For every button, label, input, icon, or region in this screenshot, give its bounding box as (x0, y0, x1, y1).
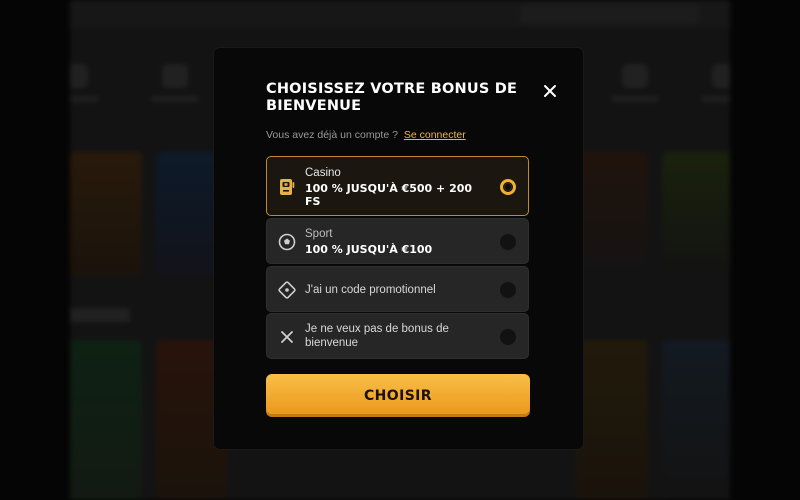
choose-button[interactable]: CHOISIR (266, 374, 530, 417)
option-label: Sport (305, 228, 333, 240)
option-value: 100 % JUSQU'À €100 (305, 243, 433, 256)
bonus-option-promo-code[interactable]: J'ai un code promotionnel (266, 266, 529, 312)
bonus-option-casino[interactable]: Casino 100 % JUSQU'À €500 + 200 FS (266, 156, 529, 216)
soccer-ball-icon (278, 233, 296, 251)
radio-selected[interactable] (500, 179, 516, 195)
radio-unselected[interactable] (500, 234, 516, 250)
bonus-option-sport[interactable]: Sport 100 % JUSQU'À €100 (266, 218, 529, 264)
slot-machine-icon (280, 179, 295, 195)
close-button[interactable] (541, 82, 559, 100)
login-link[interactable]: Se connecter (404, 129, 466, 141)
modal-title: CHOISISSEZ VOTRE BONUS DE BIENVENUE (266, 81, 518, 114)
option-label: Je ne veux pas de bonus de bienvenue (305, 323, 449, 349)
welcome-bonus-modal: CHOISISSEZ VOTRE BONUS DE BIENVENUE Vous… (214, 48, 583, 449)
no-bonus-icon (281, 331, 293, 343)
bonus-option-no-bonus[interactable]: Je ne veux pas de bonus de bienvenue (266, 313, 529, 359)
close-icon (544, 85, 556, 97)
login-prompt-text: Vous avez déjà un compte ? (266, 129, 398, 141)
radio-unselected[interactable] (500, 282, 516, 298)
option-label: J'ai un code promotionnel (305, 284, 436, 296)
option-label: Casino (305, 167, 341, 179)
option-value: 100 % JUSQU'À €500 + 200 FS (305, 182, 473, 208)
promo-code-icon (278, 281, 296, 299)
radio-unselected[interactable] (500, 329, 516, 345)
login-prompt-line: Vous avez déjà un compte ? Se connecter (266, 129, 466, 141)
